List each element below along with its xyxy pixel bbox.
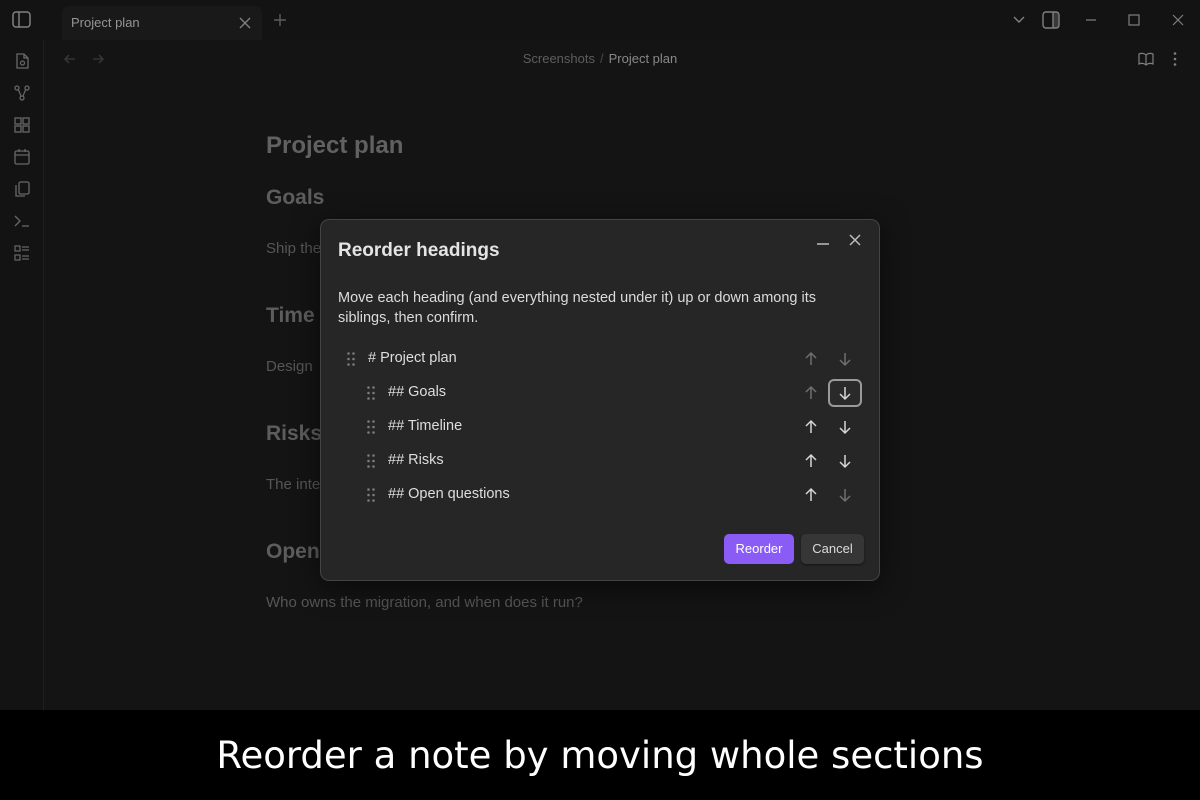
heading-row: # Project plan <box>338 342 864 376</box>
heading-row: ## Open questions <box>338 478 864 512</box>
reorder-button[interactable]: Reorder <box>724 534 794 564</box>
move-up-button[interactable] <box>794 481 828 509</box>
caption-bar: Reorder a note by moving whole sections <box>0 710 1200 800</box>
reorder-headings-modal: Reorder headings Move each heading (and … <box>320 219 880 581</box>
heading-label: # Project plan <box>368 350 457 366</box>
heading-row: ## Goals <box>338 376 864 410</box>
heading-row: ## Risks <box>338 444 864 478</box>
drag-handle-icon[interactable] <box>366 385 376 401</box>
move-down-button[interactable] <box>828 379 862 407</box>
heading-label: ## Risks <box>388 452 444 468</box>
drag-handle-icon[interactable] <box>366 487 376 503</box>
heading-row: ## Timeline <box>338 410 864 444</box>
cancel-button[interactable]: Cancel <box>801 534 864 564</box>
heading-label: ## Goals <box>388 384 447 400</box>
move-up-button[interactable] <box>794 379 828 407</box>
modal-description: Move each heading (and everything nested… <box>338 290 816 326</box>
move-down-button[interactable] <box>828 413 862 441</box>
move-down-button[interactable] <box>828 447 862 475</box>
modal-title: Reorder headings <box>338 240 500 261</box>
move-up-button[interactable] <box>794 413 828 441</box>
drag-handle-icon[interactable] <box>346 351 356 367</box>
heading-label: ## Timeline <box>388 418 463 434</box>
move-down-button[interactable] <box>828 481 862 509</box>
drag-handle-icon[interactable] <box>366 453 376 469</box>
heading-label: ## Open questions <box>388 486 510 502</box>
caption-text: Reorder a note by moving whole sections <box>216 734 984 777</box>
drag-handle-icon[interactable] <box>366 419 376 435</box>
minimize-modal-icon[interactable] <box>813 233 833 253</box>
move-up-button[interactable] <box>794 447 828 475</box>
move-down-button[interactable] <box>828 345 862 373</box>
close-modal-icon[interactable] <box>845 230 865 250</box>
move-up-button[interactable] <box>794 345 828 373</box>
